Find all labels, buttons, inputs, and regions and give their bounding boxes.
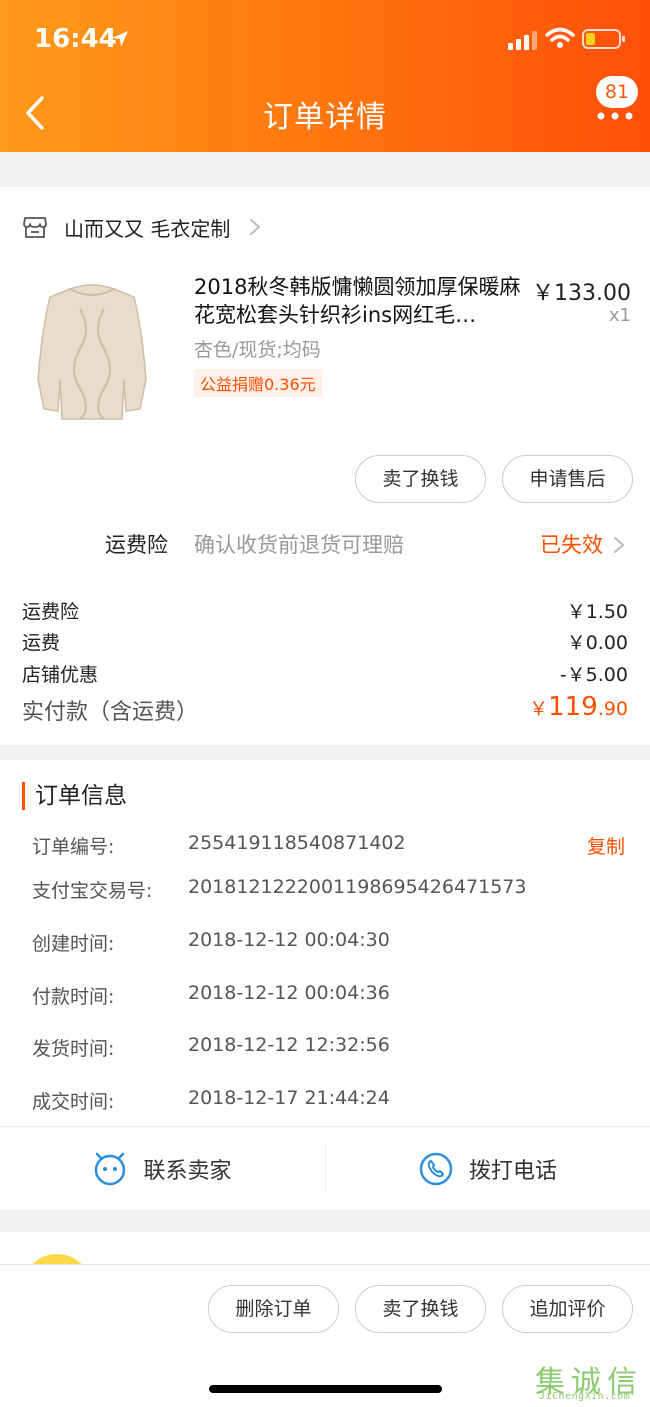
product-quantity: x1 xyxy=(608,305,631,326)
phone-icon xyxy=(419,1152,453,1186)
product-price: ￥133.00 xyxy=(532,281,631,306)
insurance-description: 确认收货前退货可理赔 xyxy=(194,533,404,557)
fee-row: 运费险 ￥1.50 xyxy=(0,597,650,625)
total-paid-row: 实付款（含运费） ￥119.90 xyxy=(0,692,650,728)
fee-label: 店铺优惠 xyxy=(22,664,99,686)
info-label: 支付宝交易号: xyxy=(32,880,153,902)
order-info-card: 订单信息 订单编号: 255419118540871402 复制 支付宝交易号:… xyxy=(0,760,650,1210)
info-label: 成交时间: xyxy=(32,1091,115,1113)
info-label: 创建时间: xyxy=(32,933,115,955)
shop-icon xyxy=(23,217,47,238)
contact-bar: 联系卖家 拨打电话 xyxy=(0,1126,650,1210)
total-paid-label: 实付款（含运费） xyxy=(22,700,199,725)
location-arrow-icon xyxy=(112,31,128,47)
fee-value: ￥1.50 xyxy=(566,601,628,623)
copy-button[interactable]: 复制 xyxy=(587,832,625,859)
delete-order-button[interactable]: 删除订单 xyxy=(208,1285,339,1333)
fee-row: 店铺优惠 -￥5.00 xyxy=(0,660,650,688)
info-row-paid-time: 付款时间: 2018-12-12 00:04:36 xyxy=(0,982,650,1012)
message-count-badge[interactable]: 81 xyxy=(596,76,638,108)
info-row-created-time: 创建时间: 2018-12-12 00:04:30 xyxy=(0,929,650,959)
product-sku: 杏色/现货;均码 xyxy=(194,339,321,361)
contact-seller-button[interactable]: 联系卖家 xyxy=(0,1127,325,1211)
insurance-label: 运费险 xyxy=(105,533,168,557)
chevron-right-icon xyxy=(614,537,625,553)
info-row-completed-time: 成交时间: 2018-12-17 21:44:24 xyxy=(0,1087,650,1117)
insurance-status: 已失效 xyxy=(540,533,603,557)
info-value: 2018-12-17 21:44:24 xyxy=(188,1087,390,1109)
shipping-insurance-row[interactable]: 运费险 确认收货前退货可理赔 已失效 xyxy=(0,527,650,561)
wifi-icon xyxy=(545,27,575,48)
info-value: 2018121222001198695426471573 xyxy=(188,876,527,898)
info-label: 付款时间: xyxy=(32,986,115,1008)
order-card: 山而又又 毛衣定制 2018秋冬韩版慵懒圆领加厚保暖麻花宽松套头针织衫ins网红… xyxy=(0,187,650,745)
total-paid-amount: ￥119.90 xyxy=(529,692,628,722)
more-dots-icon[interactable] xyxy=(597,112,633,120)
charity-tag: 公益捐赠0.36元 xyxy=(194,369,322,397)
product-title[interactable]: 2018秋冬韩版慵懒圆领加厚保暖麻花宽松套头针织衫ins网红毛… xyxy=(194,273,530,329)
contact-seller-label[interactable]: 联系卖家 xyxy=(143,1153,231,1185)
order-info-title: 订单信息 xyxy=(22,782,127,810)
info-row-order-number: 订单编号: 255419118540871402 复制 xyxy=(0,832,650,862)
product-thumbnail[interactable] xyxy=(22,269,162,429)
battery-icon xyxy=(582,29,625,49)
info-value: 2018-12-12 00:04:36 xyxy=(188,982,390,1004)
add-review-button[interactable]: 追加评价 xyxy=(502,1285,633,1333)
fee-value: ￥0.00 xyxy=(566,632,628,654)
status-time: 16:44 xyxy=(34,24,117,54)
info-row-shipped-time: 发货时间: 2018-12-12 12:32:56 xyxy=(0,1034,650,1064)
fee-label: 运费险 xyxy=(22,601,80,623)
currency-symbol: ￥ xyxy=(529,698,549,720)
header-bar: 16:44 订单详情 81 xyxy=(0,0,650,152)
call-phone-label[interactable]: 拨打电话 xyxy=(469,1153,557,1185)
apply-aftersale-button[interactable]: 申请售后 xyxy=(502,455,633,503)
fee-value: -￥5.00 xyxy=(559,664,628,686)
home-indicator[interactable] xyxy=(209,1385,442,1393)
total-integer: 119 xyxy=(548,692,598,722)
info-label: 订单编号: xyxy=(32,836,115,858)
signal-icon xyxy=(508,31,537,50)
watermark-url: JiChengXin.com xyxy=(539,1391,631,1402)
info-label: 发货时间: xyxy=(32,1038,115,1060)
call-phone-button[interactable]: 拨打电话 xyxy=(325,1145,650,1193)
info-value: 2018-12-12 00:04:30 xyxy=(188,929,390,951)
page-title: 订单详情 xyxy=(263,100,387,135)
fee-row: 运费 ￥0.00 xyxy=(0,628,650,656)
chevron-right-icon xyxy=(250,219,261,235)
sell-for-cash-button[interactable]: 卖了换钱 xyxy=(355,455,486,503)
info-value: 255419118540871402 xyxy=(188,832,406,854)
shop-row[interactable]: 山而又又 毛衣定制 xyxy=(22,211,262,243)
shop-name[interactable]: 山而又又 毛衣定制 xyxy=(64,213,230,242)
bottom-action-bar: 删除订单 卖了换钱 追加评价 集 诚 信 JiChengXin.com xyxy=(0,1264,650,1407)
fee-label: 运费 xyxy=(22,632,61,654)
chat-face-icon xyxy=(95,1152,126,1186)
info-row-alipay-trade: 支付宝交易号: 2018121222001198695426471573 xyxy=(0,876,650,906)
total-decimal: .90 xyxy=(597,698,628,720)
watermark-logo: 集 诚 信 JiChengXin.com xyxy=(535,1357,647,1407)
info-value: 2018-12-12 12:32:56 xyxy=(188,1034,390,1056)
sell-for-cash-button[interactable]: 卖了换钱 xyxy=(355,1285,486,1333)
